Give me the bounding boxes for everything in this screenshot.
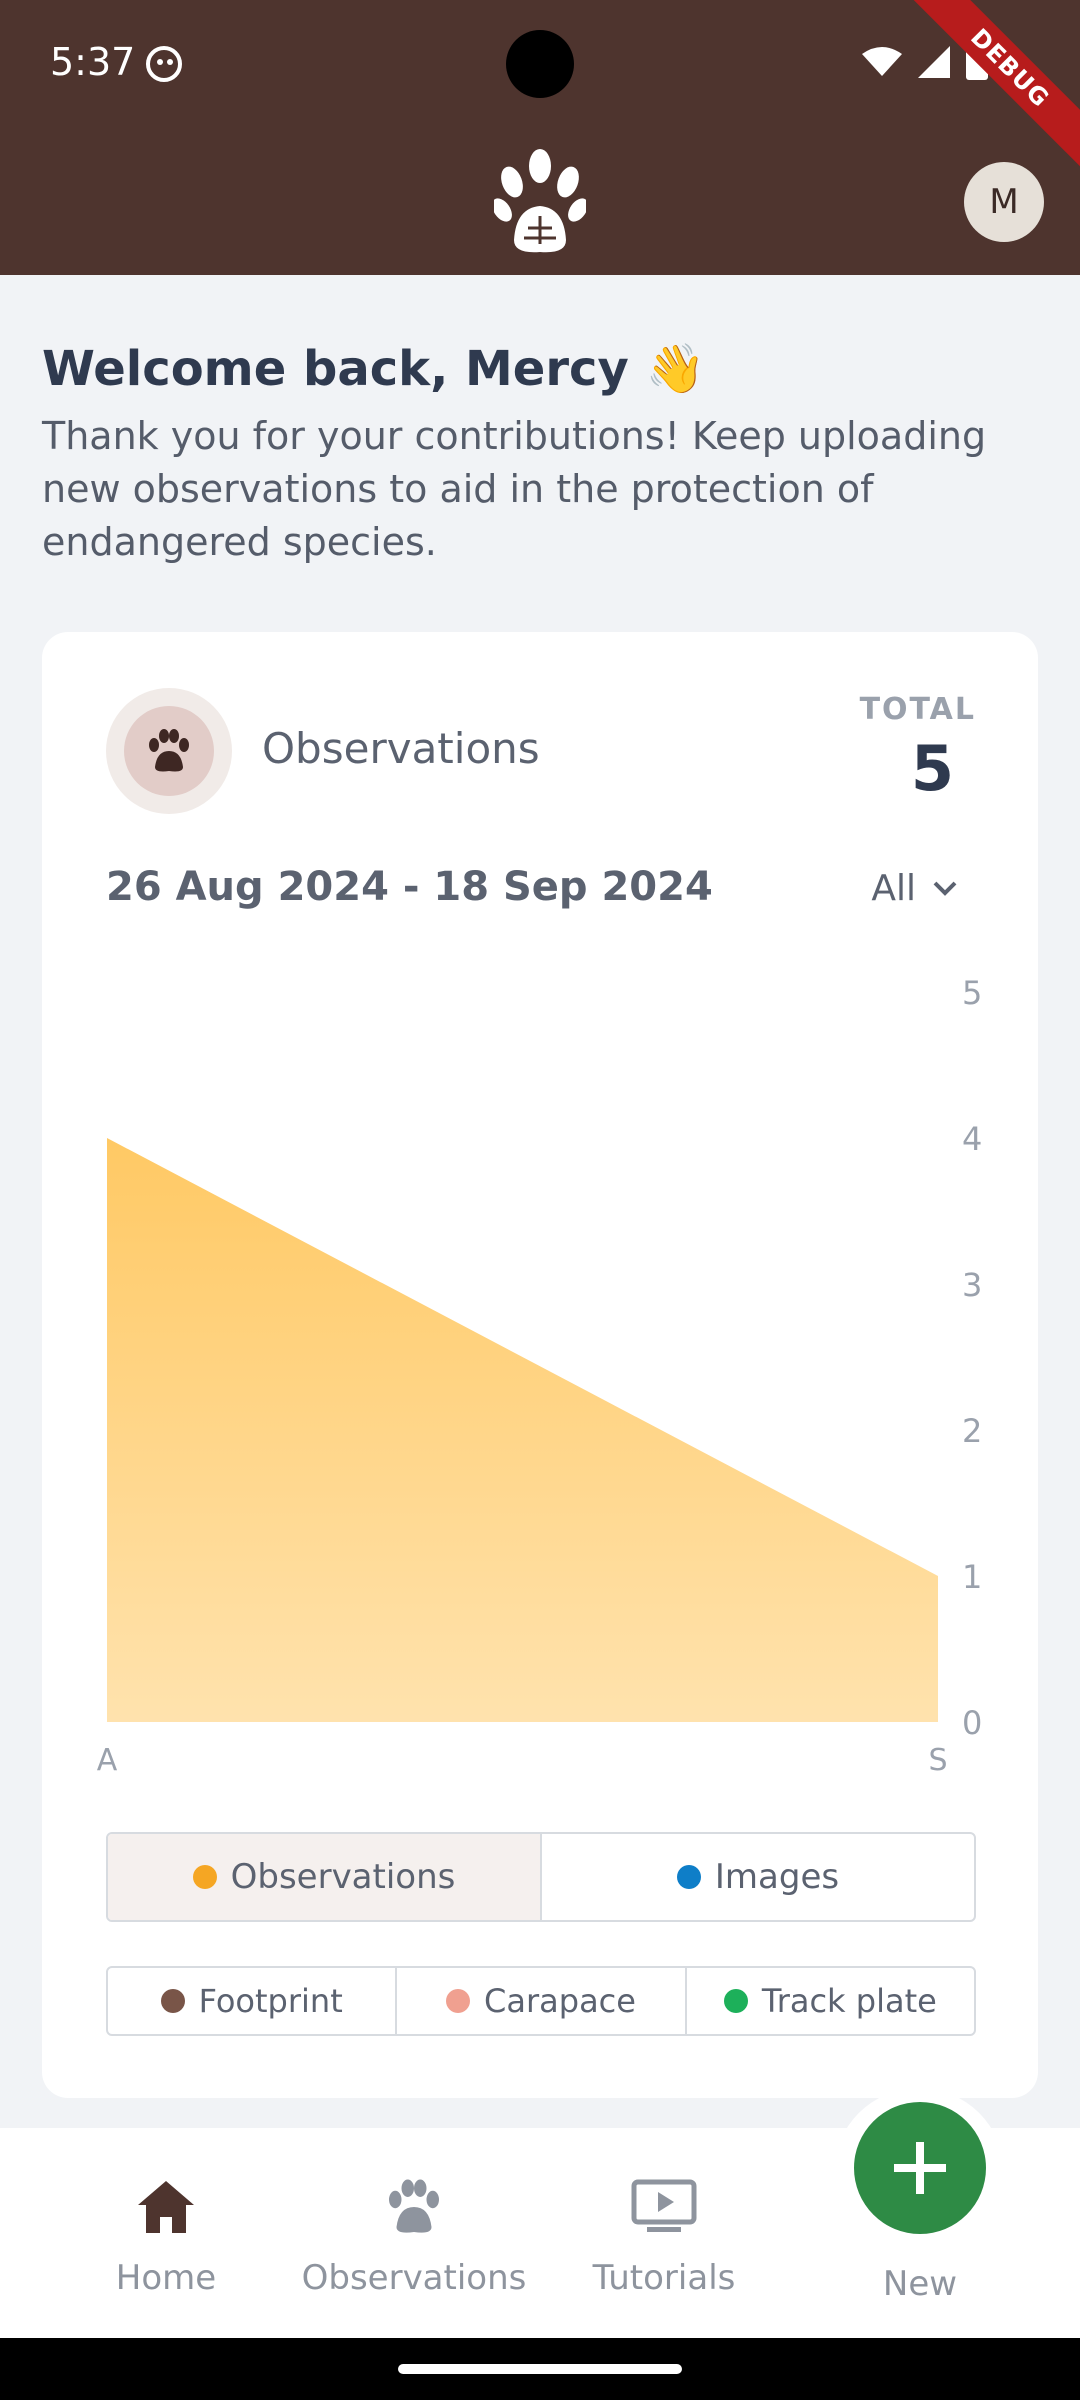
welcome-title: Welcome back, Mercy 👋 — [42, 341, 706, 397]
toggle-label: Footprint — [198, 1982, 343, 2020]
wifi-icon — [862, 47, 902, 76]
primary-toggle: Observations Images — [106, 1832, 976, 1922]
nav-home[interactable]: Home — [46, 2172, 286, 2298]
total-value: 5 — [910, 732, 954, 805]
user-avatar[interactable]: M — [964, 162, 1044, 242]
x-tick-label: A — [97, 1743, 118, 1778]
chevron-down-icon — [933, 881, 957, 896]
area-series — [107, 1138, 938, 1722]
toggle-observations[interactable]: Observations — [108, 1834, 542, 1920]
app-header: 5:37 DEBUG M — [0, 0, 1080, 275]
home-indicator[interactable] — [398, 2364, 682, 2374]
observations-badge — [106, 688, 232, 814]
y-tick-label: 1 — [962, 1558, 982, 1596]
home-icon — [138, 2181, 194, 2233]
toggle-footprint[interactable]: Footprint — [108, 1968, 398, 2034]
observations-card: Observations TOTAL 5 26 Aug 2024 - 18 Se… — [42, 632, 1038, 2098]
welcome-message: Thank you for your contributions! Keep u… — [42, 414, 987, 564]
date-range[interactable]: 26 Aug 2024 - 18 Sep 2024 — [106, 864, 713, 910]
y-tick-label: 3 — [962, 1266, 982, 1304]
paw-icon — [149, 729, 189, 772]
toggle-images[interactable]: Images — [542, 1834, 974, 1920]
nav-home-label: Home — [115, 2258, 217, 2298]
nav-new-label: New — [882, 2264, 958, 2304]
notification-icon — [146, 46, 182, 82]
signal-icon — [918, 46, 950, 78]
x-tick-label: S — [928, 1743, 947, 1778]
footprint-dot — [160, 1989, 185, 2013]
y-tick-label: 0 — [962, 1704, 982, 1742]
card-title: Observations — [262, 724, 540, 773]
camera-cutout — [506, 30, 574, 98]
nav-tutorials-label: Tutorials — [592, 2258, 736, 2298]
type-toggle: Footprint Carapace Track plate — [106, 1966, 976, 2036]
new-observation-button[interactable] — [854, 2102, 986, 2234]
toggle-carapace[interactable]: Carapace — [397, 1968, 687, 2034]
carapace-dot — [446, 1989, 471, 2013]
plus-icon — [894, 2142, 946, 2194]
debug-banner: DEBUG — [903, 0, 1080, 175]
nav-observations[interactable]: Observations — [294, 2172, 534, 2298]
y-tick-label: 2 — [962, 1412, 982, 1450]
toggle-label: Track plate — [761, 1982, 937, 2020]
toggle-track-plate[interactable]: Track plate — [687, 1968, 974, 2034]
paw-icon — [389, 2179, 439, 2233]
toggle-label: Observations — [230, 1857, 456, 1897]
track-plate-dot — [723, 1989, 748, 2013]
nav-tutorials[interactable]: Tutorials — [544, 2172, 784, 2298]
toggle-label: Carapace — [484, 1982, 636, 2020]
status-time: 5:37 — [50, 40, 136, 84]
toggle-label: Images — [714, 1857, 840, 1897]
nav-observations-label: Observations — [301, 2258, 527, 2298]
y-tick-label: 5 — [962, 974, 982, 1012]
filter-value: All — [871, 868, 916, 909]
total-label: TOTAL — [859, 692, 976, 727]
images-dot — [676, 1865, 701, 1889]
video-icon — [631, 2179, 697, 2232]
paw-print-logo-icon — [494, 149, 586, 253]
observations-dot — [192, 1865, 217, 1889]
filter-dropdown[interactable]: All — [871, 868, 958, 909]
y-tick-label: 4 — [962, 1120, 982, 1158]
